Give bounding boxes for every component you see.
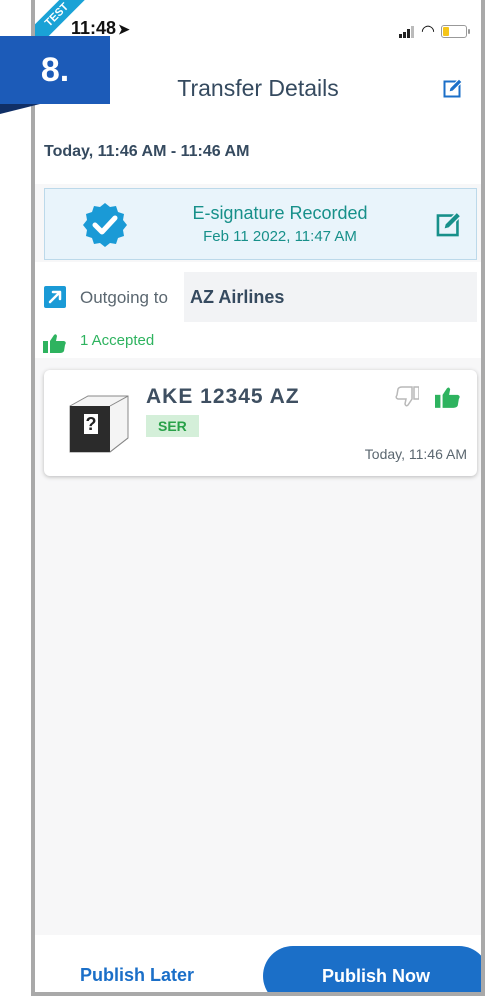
outgoing-arrow-icon (44, 286, 66, 308)
verified-badge-icon (83, 203, 127, 247)
uld-card[interactable]: ? AKE 12345 AZ SER Today, 11:46 AM (44, 370, 477, 476)
publish-later-button[interactable]: Publish Later (80, 965, 194, 986)
transfer-datetime: Today, 11:46 AM - 11:46 AM (44, 143, 250, 160)
phone-screen: TEST 11:48 ➤ ◠ Transfer Details Today, 11… (31, 0, 485, 996)
uld-id: AKE 12345 AZ (146, 385, 300, 408)
uld-timestamp: Today, 11:46 AM (364, 446, 467, 462)
thumbs-up-icon (43, 334, 66, 353)
thumbs-up-icon[interactable] (435, 386, 461, 408)
outgoing-row: Outgoing to AZ Airlines 1 Accepted (35, 262, 481, 358)
uld-container-icon: ? (69, 395, 129, 453)
accepted-count: 1 Accepted (80, 332, 155, 349)
battery-icon (441, 25, 470, 38)
publish-now-button[interactable]: Publish Now (263, 946, 481, 992)
signal-icon (399, 20, 415, 38)
step-badge-tail (0, 104, 40, 114)
outgoing-destination[interactable]: AZ Airlines (184, 272, 477, 322)
esignature-date: Feb 11 2022, 11:47 AM (203, 228, 357, 245)
location-arrow-icon: ➤ (118, 21, 130, 37)
status-badge: SER (146, 415, 199, 437)
outgoing-label: Outgoing to (80, 288, 168, 307)
transfer-datetime-row: Today, 11:46 AM - 11:46 AM (35, 130, 481, 184)
esignature-title: E-signature Recorded (192, 203, 368, 223)
status-time-text: 11:48 (71, 18, 117, 38)
footer-actions: Publish Later Publish Now (35, 935, 481, 992)
step-number-badge: 8. (0, 36, 110, 104)
esignature-banner: E-signature Recorded Feb 11 2022, 11:47 … (44, 188, 477, 260)
wifi-icon: ◠ (421, 23, 435, 40)
status-indicators: ◠ (399, 20, 470, 40)
edit-icon[interactable] (443, 78, 463, 98)
thumbs-down-icon[interactable] (395, 386, 419, 408)
svg-text:?: ? (86, 414, 97, 434)
edit-signature-icon[interactable] (436, 211, 462, 237)
